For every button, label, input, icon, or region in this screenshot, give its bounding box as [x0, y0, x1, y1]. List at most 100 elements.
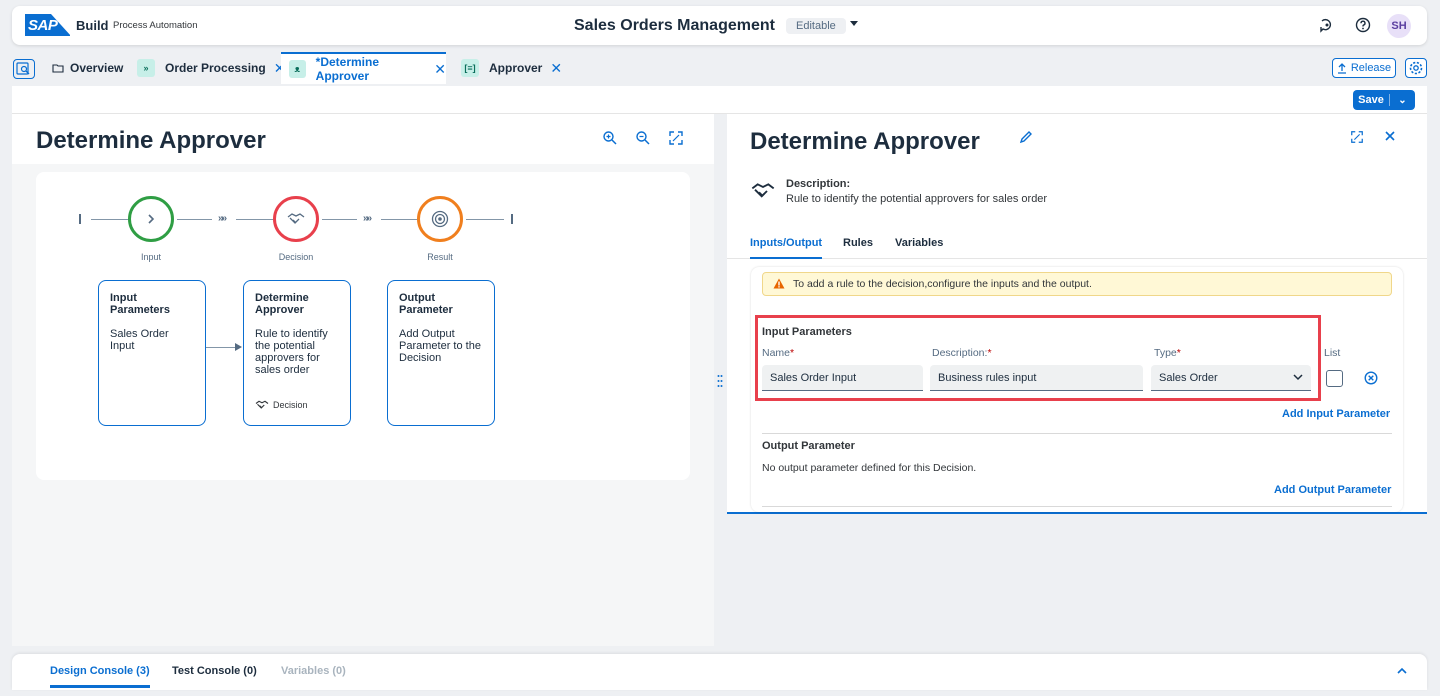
fullscreen-icon[interactable] — [1350, 130, 1364, 144]
no-output-message: No output parameter defined for this Dec… — [762, 462, 977, 474]
brand-name: Build — [76, 18, 109, 33]
result-node[interactable] — [417, 196, 463, 242]
card-text: Sales Order Input — [110, 328, 169, 352]
tab-test-console[interactable]: Test Console (0) — [172, 665, 257, 685]
chevron-down-icon — [1293, 374, 1303, 381]
diagram-panel: Determine Approver Input »» Decision »» … — [12, 114, 714, 646]
description-field-label: Description:* — [932, 347, 992, 359]
add-input-parameter-link[interactable]: Add Input Parameter — [1282, 408, 1390, 420]
joule-icon[interactable] — [1319, 17, 1335, 33]
list-checkbox[interactable] — [1326, 370, 1343, 387]
form-icon: [≡] — [461, 59, 479, 77]
type-select[interactable]: Sales Order — [1151, 365, 1311, 391]
diagram-header: Determine Approver — [12, 114, 714, 164]
chevron-up-icon[interactable] — [1396, 666, 1408, 676]
flow-connector — [466, 219, 504, 220]
close-icon[interactable]: ✕ — [434, 61, 446, 78]
card-text: Add Output Parameter to the Decision — [399, 328, 481, 364]
node-label-result: Result — [427, 252, 453, 262]
flow-connector — [381, 219, 418, 220]
diagram-canvas[interactable]: Input »» Decision »» Result Input Parame… — [36, 172, 690, 480]
required-indicator: * — [987, 347, 992, 359]
resize-handle-icon[interactable] — [717, 374, 723, 388]
input-parameters-heading: Input Parameters — [762, 326, 852, 338]
project-menu-caret-icon[interactable] — [850, 21, 858, 26]
tab-design-console[interactable]: Design Console (3) — [50, 665, 150, 688]
tab-approver[interactable]: [≡] Approver ✕ — [461, 52, 562, 84]
search-icon — [16, 62, 30, 75]
card-title: Determine Approver — [255, 292, 309, 316]
inputs-output-section: To add a rule to the decision,configure … — [751, 267, 1403, 512]
card-title: Output Parameter — [399, 292, 453, 316]
project-title: Sales Orders Management — [574, 17, 775, 34]
shell-bar: SAP Build Process Automation Sales Order… — [12, 6, 1427, 45]
details-panel: Determine Approver Description: Rule to … — [727, 114, 1427, 514]
list-label: List — [1324, 347, 1341, 359]
page-title: Determine Approver — [36, 127, 266, 154]
output-parameter-card[interactable]: Output Parameter Add Output Parameter to… — [387, 280, 495, 426]
fit-to-screen-icon[interactable] — [668, 130, 684, 146]
description-label: Description: — [786, 178, 851, 190]
input-parameters-card[interactable]: Input Parameters Sales Order Input — [98, 280, 206, 426]
decision-icon: ᴥ — [289, 60, 306, 78]
type-label: Type* — [1154, 347, 1181, 359]
user-avatar[interactable]: SH — [1387, 14, 1411, 38]
flow-start-marker — [79, 214, 81, 224]
tab-console-variables[interactable]: Variables (0) — [281, 665, 346, 685]
save-button[interactable]: Save ⌄ — [1353, 90, 1415, 110]
sap-logo[interactable]: SAP — [25, 14, 71, 36]
editor-toolbar: Save ⌄ — [12, 86, 1427, 114]
tab-determine-approver[interactable]: ᴥ *Determine Approver ✕ — [281, 52, 446, 84]
upload-icon — [1337, 62, 1346, 74]
warning-text: To add a rule to the decision,configure … — [793, 278, 1092, 290]
search-artifacts-button[interactable] — [13, 59, 35, 79]
tab-label: Overview — [70, 61, 124, 75]
target-icon — [431, 210, 449, 228]
zoom-in-icon[interactable] — [602, 130, 618, 146]
release-button[interactable]: Release — [1332, 58, 1396, 78]
decision-card[interactable]: Determine Approver Rule to identify the … — [243, 280, 351, 426]
tab-rules[interactable]: Rules — [843, 237, 873, 257]
tab-inputs-output[interactable]: Inputs/Output — [750, 237, 823, 259]
chevron-right-icon — [148, 214, 155, 224]
decision-node[interactable] — [273, 196, 319, 242]
close-icon[interactable] — [1384, 130, 1396, 142]
remove-circle-icon[interactable] — [1364, 371, 1378, 385]
tab-label: Approver — [489, 61, 543, 75]
add-output-parameter-link[interactable]: Add Output Parameter — [1274, 484, 1391, 496]
release-label: Release — [1350, 62, 1392, 74]
type-select-value: Sales Order — [1159, 372, 1218, 384]
name-label-text: Name — [762, 347, 791, 359]
start-node[interactable] — [128, 196, 174, 242]
description-label-text: Description: — [932, 347, 988, 359]
help-icon[interactable] — [1355, 17, 1371, 33]
card-title: Input Parameters — [110, 292, 170, 316]
handshake-icon — [751, 183, 775, 198]
node-label-input: Input — [140, 252, 162, 262]
flow-connector — [91, 219, 129, 220]
flow-arrow-icon: »» — [363, 213, 372, 224]
flow-connector — [177, 219, 212, 220]
edit-icon[interactable] — [1019, 130, 1033, 144]
required-indicator: * — [1176, 347, 1181, 359]
chevron-down-icon[interactable]: ⌄ — [1390, 95, 1415, 106]
name-input[interactable]: Sales Order Input — [762, 365, 923, 391]
tab-order-processing[interactable]: » Order Processing ✕ — [137, 52, 285, 84]
name-label: Name* — [762, 347, 794, 359]
card-text: Rule to identify the potential approvers… — [255, 328, 328, 376]
console-panel: Design Console (3) Test Console (0) Vari… — [12, 654, 1427, 690]
tab-label: Order Processing — [165, 61, 266, 75]
zoom-out-icon[interactable] — [635, 130, 651, 146]
close-icon[interactable]: ✕ — [550, 60, 562, 77]
tab-overview[interactable]: Overview — [52, 52, 123, 84]
brand-subtitle: Process Automation — [113, 20, 198, 31]
status-badge[interactable]: Editable — [786, 18, 846, 34]
tab-variables[interactable]: Variables — [895, 237, 943, 257]
warning-message: To add a rule to the decision,configure … — [762, 272, 1392, 296]
tab-label: *Determine Approver — [315, 55, 380, 83]
card-footer-label: Decision — [273, 400, 308, 410]
save-label: Save — [1358, 94, 1384, 106]
folder-icon — [52, 64, 64, 73]
settings-button[interactable] — [1405, 58, 1427, 78]
description-input[interactable]: Business rules input — [930, 365, 1143, 391]
